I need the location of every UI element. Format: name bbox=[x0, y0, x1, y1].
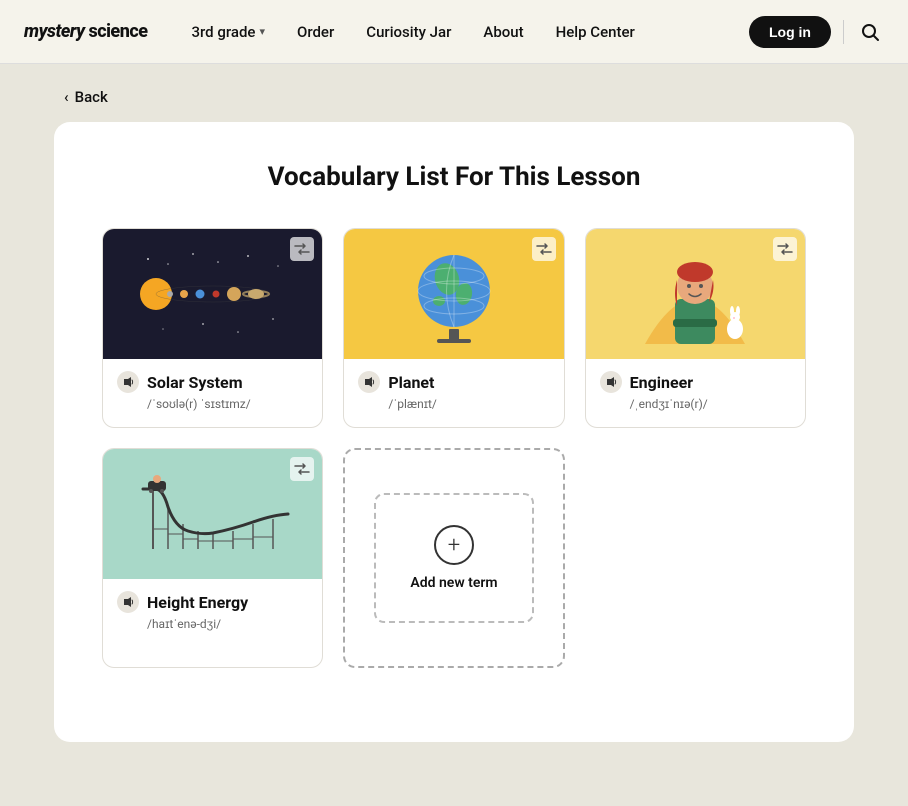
sound-button-solar-system[interactable] bbox=[117, 371, 139, 393]
card-body-planet: Planet /ˈplænɪt/ bbox=[344, 359, 563, 427]
solar-system-illustration bbox=[138, 244, 288, 344]
card-body-height-energy: Height Energy /haɪtˈenə-dʒi/ bbox=[103, 579, 322, 647]
back-arrow-icon: ‹ bbox=[64, 88, 69, 106]
vocab-card-planet: Planet /ˈplænɪt/ bbox=[343, 228, 564, 428]
card-grid: Solar System /ˈsoʊlə(r) ˈsɪstɪmz/ bbox=[102, 228, 806, 668]
card-phonetic-planet: /ˈplænɪt/ bbox=[388, 397, 549, 411]
card-body-engineer: Engineer /ˌendʒɪˈnɪə(r)/ bbox=[586, 359, 805, 427]
add-term-label: Add new term bbox=[410, 575, 497, 591]
vocab-card-engineer: Engineer /ˌendʒɪˈnɪə(r)/ bbox=[585, 228, 806, 428]
card-word-engineer: Engineer bbox=[630, 373, 693, 392]
roller-coaster-illustration bbox=[133, 459, 293, 569]
shuffle-icon-solar-system[interactable] bbox=[290, 237, 314, 261]
vocab-card-solar-system: Solar System /ˈsoʊlə(r) ˈsɪstɪmz/ bbox=[102, 228, 323, 428]
card-word-row-planet: Planet bbox=[358, 371, 549, 393]
nav-divider bbox=[843, 20, 844, 44]
search-button[interactable] bbox=[856, 18, 884, 46]
nav-link-about[interactable]: About bbox=[471, 15, 535, 49]
vocab-card-height-energy: Height Energy /haɪtˈenə-dʒi/ bbox=[102, 448, 323, 668]
card-phonetic-solar-system: /ˈsoʊlə(r) ˈsɪstɪmz/ bbox=[147, 397, 308, 411]
nav-grade-menu[interactable]: 3rd grade ▾ bbox=[179, 15, 277, 49]
nav-link-order[interactable]: Order bbox=[285, 15, 346, 49]
card-word-row-engineer: Engineer bbox=[600, 371, 791, 393]
main-content: Vocabulary List For This Lesson bbox=[54, 122, 854, 742]
card-phonetic-height-energy: /haɪtˈenə-dʒi/ bbox=[147, 617, 308, 631]
page-title: Vocabulary List For This Lesson bbox=[102, 162, 806, 192]
chevron-down-icon: ▾ bbox=[259, 25, 265, 38]
sound-button-planet[interactable] bbox=[358, 371, 380, 393]
nav-links: 3rd grade ▾ Order Curiosity Jar About He… bbox=[179, 15, 749, 49]
card-body-solar-system: Solar System /ˈsoʊlə(r) ˈsɪstɪmz/ bbox=[103, 359, 322, 427]
sound-button-engineer[interactable] bbox=[600, 371, 622, 393]
planet-globe-illustration bbox=[409, 239, 499, 349]
card-word-row-height-energy: Height Energy bbox=[117, 591, 308, 613]
shuffle-icon-engineer[interactable] bbox=[773, 237, 797, 261]
card-image-planet bbox=[344, 229, 563, 359]
engineer-illustration bbox=[625, 234, 765, 354]
card-image-solar-system bbox=[103, 229, 322, 359]
add-term-inner: + Add new term bbox=[374, 493, 534, 623]
card-word-row: Solar System bbox=[117, 371, 308, 393]
card-phonetic-engineer: /ˌendʒɪˈnɪə(r)/ bbox=[630, 397, 791, 411]
card-image-engineer bbox=[586, 229, 805, 359]
card-image-height-energy bbox=[103, 449, 322, 579]
shuffle-icon-planet[interactable] bbox=[532, 237, 556, 261]
card-word-height-energy: Height Energy bbox=[147, 593, 248, 612]
nav-link-help-center[interactable]: Help Center bbox=[544, 15, 647, 49]
shuffle-icon-height-energy[interactable] bbox=[290, 457, 314, 481]
plus-icon: + bbox=[434, 525, 474, 565]
search-icon bbox=[860, 22, 880, 42]
login-button[interactable]: Log in bbox=[749, 16, 831, 48]
card-word-solar-system: Solar System bbox=[147, 373, 243, 392]
sound-button-height-energy[interactable] bbox=[117, 591, 139, 613]
nav-right: Log in bbox=[749, 16, 884, 48]
back-link[interactable]: ‹ Back bbox=[64, 88, 908, 106]
navbar: mystery science 3rd grade ▾ Order Curios… bbox=[0, 0, 908, 64]
add-term-card[interactable]: + Add new term bbox=[343, 448, 564, 668]
logo: mystery science bbox=[24, 21, 147, 42]
nav-link-curiosity-jar[interactable]: Curiosity Jar bbox=[354, 15, 463, 49]
card-word-planet: Planet bbox=[388, 373, 434, 392]
